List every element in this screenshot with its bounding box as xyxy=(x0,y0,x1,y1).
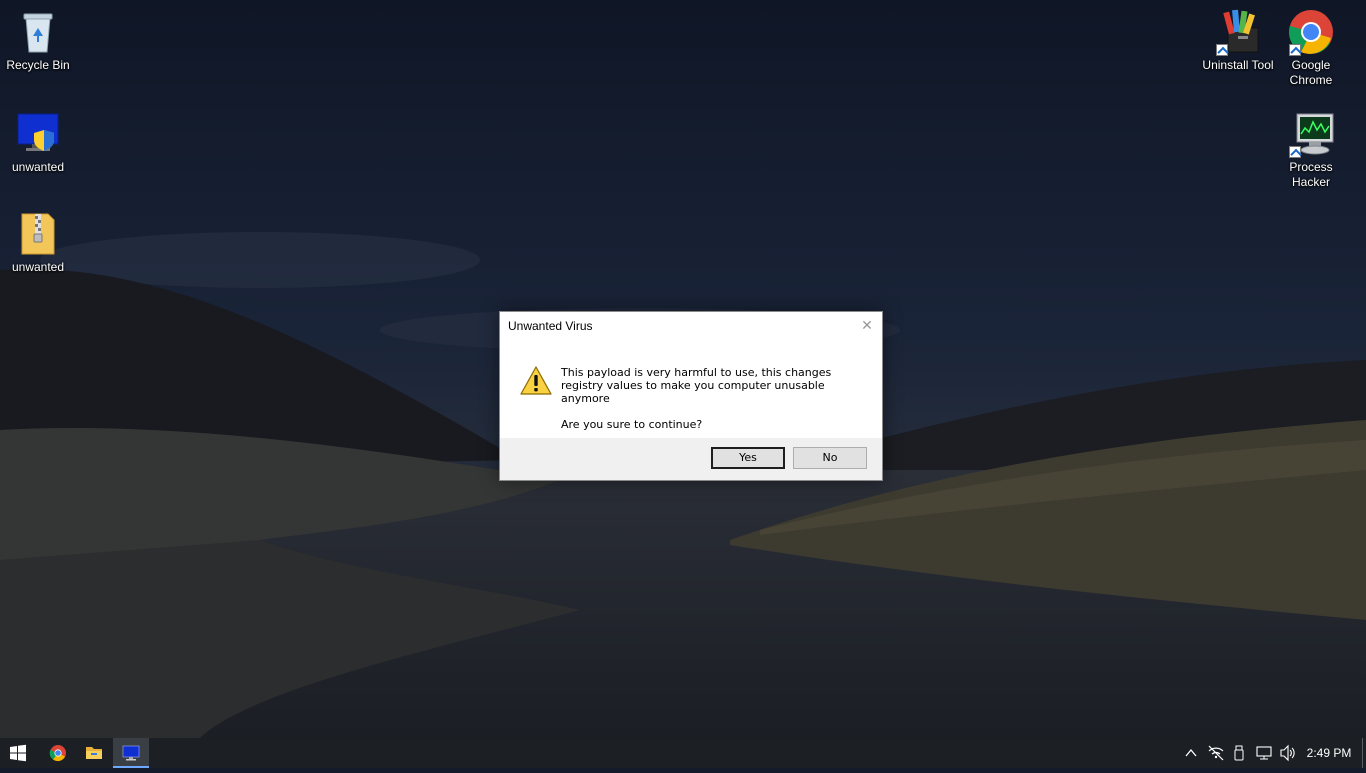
desktop-icon-label: Process Hacker xyxy=(1289,160,1333,189)
monitor-shield-icon xyxy=(14,110,62,158)
desktop-icon-label: Recycle Bin xyxy=(6,58,70,72)
dialog-question-text: Are you sure to continue? xyxy=(561,418,703,431)
desktop-icon-unwanted-zip[interactable]: unwanted xyxy=(0,210,76,275)
chrome-icon xyxy=(1287,8,1335,56)
desktop-icon-uninstall-tool[interactable]: Uninstall Tool xyxy=(1200,8,1276,73)
taskbar-chrome[interactable] xyxy=(40,738,76,768)
monitor-app-icon xyxy=(122,745,140,761)
taskbar-clock[interactable]: 2:49 PM xyxy=(1300,738,1358,768)
desktop-icon-unwanted-app[interactable]: unwanted xyxy=(0,110,76,175)
dialog-button-bar: Yes No xyxy=(500,438,882,480)
message-dialog: Unwanted Virus ✕ This payload is very ha… xyxy=(499,311,883,481)
taskbar: 2:49 PM xyxy=(0,738,1366,768)
shortcut-arrow-icon xyxy=(1289,44,1301,56)
desktop-icon-recycle-bin[interactable]: Recycle Bin xyxy=(0,8,76,73)
file-explorer-icon xyxy=(86,747,102,759)
dialog-title: Unwanted Virus xyxy=(508,319,593,333)
windows-start-icon xyxy=(10,744,26,762)
network-off-icon[interactable] xyxy=(1206,738,1226,768)
yes-button[interactable]: Yes xyxy=(711,447,785,469)
start-button[interactable] xyxy=(0,738,36,768)
shortcut-arrow-icon xyxy=(1216,44,1228,56)
process-hacker-icon xyxy=(1287,110,1335,158)
dialog-message-text: This payload is very harmful to use, thi… xyxy=(561,366,832,405)
chrome-icon xyxy=(49,745,66,762)
desktop-icon-label: Google Chrome xyxy=(1289,58,1333,87)
desktop-icon-label: unwanted xyxy=(11,260,65,274)
desktop-icon-process-hacker[interactable]: Process Hacker xyxy=(1273,110,1349,190)
no-button[interactable]: No xyxy=(793,447,867,469)
warning-icon xyxy=(520,366,552,395)
desktop-icon-label: Uninstall Tool xyxy=(1202,58,1274,72)
taskbar-file-explorer[interactable] xyxy=(76,738,112,768)
chevron-up-icon[interactable] xyxy=(1182,738,1200,768)
desktop-icon-label: unwanted xyxy=(11,160,65,174)
close-icon[interactable]: ✕ xyxy=(852,312,882,340)
volume-icon[interactable] xyxy=(1278,738,1298,768)
zip-folder-icon xyxy=(14,210,62,258)
dialog-message: This payload is very harmful to use, thi… xyxy=(561,366,866,431)
desktop-icon-google-chrome[interactable]: Google Chrome xyxy=(1273,8,1349,88)
shortcut-arrow-icon xyxy=(1289,146,1301,158)
usb-icon[interactable] xyxy=(1232,738,1246,768)
network-icon[interactable] xyxy=(1254,738,1274,768)
recycle-bin-icon xyxy=(14,8,62,56)
uninstall-tool-icon xyxy=(1214,8,1262,56)
taskbar-unwanted-app[interactable] xyxy=(113,738,149,768)
show-desktop-button[interactable] xyxy=(1362,738,1366,768)
